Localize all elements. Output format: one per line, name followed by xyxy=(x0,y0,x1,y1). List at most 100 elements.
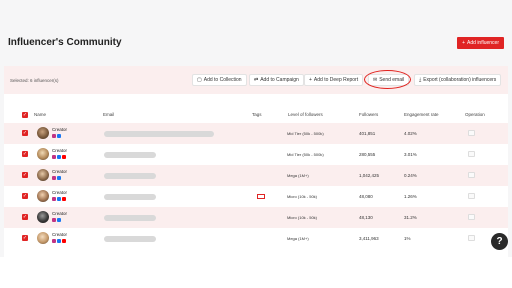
creator-name: Creator xyxy=(52,232,68,237)
influencer-table-card: Selected: 6 influencer(s) ▢ Add to Colle… xyxy=(4,66,508,257)
follower-level: Mid Tier (50k - 500k) xyxy=(287,152,324,157)
instagram-icon[interactable] xyxy=(52,218,56,222)
facebook-icon[interactable] xyxy=(57,218,61,222)
social-icons xyxy=(52,218,61,222)
header-operation: Operation xyxy=(465,112,485,117)
table-row[interactable]: ✓ Creator Mega (1M+) 3,411,963 1% xyxy=(4,228,508,249)
campaign-icon: ⇄ xyxy=(254,77,259,83)
operation-button[interactable] xyxy=(468,151,475,157)
select-all-checkbox[interactable]: ✓ xyxy=(22,112,28,118)
instagram-icon[interactable] xyxy=(52,134,56,138)
follower-level: Mega (1M+) xyxy=(287,236,309,241)
table-row[interactable]: ✓ Creator Micro (10k - 50k) 48,130 31.2% xyxy=(4,207,508,228)
followers-count: 48,080 xyxy=(359,194,373,199)
page: Influencer's Community + Add influencer … xyxy=(0,0,512,288)
page-title: Influencer's Community xyxy=(8,37,122,48)
followers-count: 3,411,963 xyxy=(359,236,379,241)
header-engagement: Engagement rate xyxy=(404,112,439,117)
email-redacted xyxy=(104,173,156,179)
followers-count: 1,042,425 xyxy=(359,173,380,178)
instagram-icon[interactable] xyxy=(52,197,56,201)
table-header: ✓ Name Email Tags Level of followers Fol… xyxy=(4,108,508,120)
help-button[interactable]: ? xyxy=(491,233,508,250)
engagement-rate: 1% xyxy=(404,236,411,241)
operation-button[interactable] xyxy=(468,172,475,178)
add-to-collection-button[interactable]: ▢ Add to Collection xyxy=(192,74,247,86)
creator-name: Creator xyxy=(52,169,68,174)
row-checkbox[interactable]: ✓ xyxy=(22,214,28,220)
header-email: Email xyxy=(103,112,115,117)
facebook-icon[interactable] xyxy=(57,197,61,201)
selection-summary: Selected: 6 influencer(s) xyxy=(10,78,59,83)
instagram-icon[interactable] xyxy=(52,176,56,180)
youtube-icon[interactable] xyxy=(62,155,66,159)
operation-button[interactable] xyxy=(468,193,475,199)
row-checkbox[interactable]: ✓ xyxy=(22,193,28,199)
avatar xyxy=(37,169,49,181)
header: Influencer's Community + Add influencer xyxy=(0,0,512,62)
email-redacted xyxy=(104,152,156,158)
table-row[interactable]: ✓ Creator Mid Tier (50k - 500k) 280,555 … xyxy=(4,144,508,165)
export-label: Export (collaboration) influencers xyxy=(423,77,497,83)
add-to-deep-report-label: Add to Deep Report xyxy=(313,77,359,83)
header-level: Level of followers xyxy=(288,112,323,117)
download-icon: ⤓ xyxy=(419,77,422,83)
row-checkbox[interactable]: ✓ xyxy=(22,172,28,178)
row-checkbox[interactable]: ✓ xyxy=(22,130,28,136)
plus-icon: + xyxy=(462,40,466,46)
email-redacted xyxy=(104,131,214,137)
page-footer-space xyxy=(0,257,512,288)
add-influencer-label: Add influencer xyxy=(467,40,499,46)
followers-count: 401,851 xyxy=(359,131,376,136)
row-checkbox[interactable]: ✓ xyxy=(22,151,28,157)
social-icons xyxy=(52,155,66,159)
creator-name: Creator xyxy=(52,190,68,195)
avatar xyxy=(37,148,49,160)
table-row[interactable]: ✓ Creator Mega (1M+) 1,042,425 0.24% xyxy=(4,165,508,186)
facebook-icon[interactable] xyxy=(57,134,61,138)
table-row[interactable]: ✓ Creator Micro (10k - 50k) 48,080 1.26% xyxy=(4,186,508,207)
social-icons xyxy=(52,134,61,138)
social-icons xyxy=(52,176,61,180)
avatar xyxy=(37,211,49,223)
export-button[interactable]: ⤓ Export (collaboration) influencers xyxy=(414,74,502,86)
row-checkbox[interactable]: ✓ xyxy=(22,235,28,241)
instagram-icon[interactable] xyxy=(52,155,56,159)
operation-button[interactable] xyxy=(468,130,475,136)
social-icons xyxy=(52,239,66,243)
operation-button[interactable] xyxy=(468,235,475,241)
follower-level: Mid Tier (50k - 500k) xyxy=(287,131,324,136)
facebook-icon[interactable] xyxy=(57,176,61,180)
social-icons xyxy=(52,197,66,201)
collection-icon: ▢ xyxy=(197,77,202,83)
youtube-icon[interactable] xyxy=(62,239,66,243)
header-tags: Tags xyxy=(252,112,262,117)
header-name: Name xyxy=(34,112,47,117)
followers-count: 48,130 xyxy=(359,215,373,220)
facebook-icon[interactable] xyxy=(57,155,61,159)
engagement-rate: 4.02% xyxy=(404,131,417,136)
follower-level: Mega (1M+) xyxy=(287,173,309,178)
add-to-collection-label: Add to Collection xyxy=(203,77,242,83)
header-followers: Followers xyxy=(359,112,379,117)
follower-level: Micro (10k - 50k) xyxy=(287,215,318,220)
email-redacted xyxy=(104,215,156,221)
operation-button[interactable] xyxy=(468,214,475,220)
youtube-icon[interactable] xyxy=(62,197,66,201)
creator-name: Creator xyxy=(52,127,68,132)
add-to-campaign-button[interactable]: ⇄ Add to Campaign xyxy=(249,74,304,86)
email-redacted xyxy=(104,194,156,200)
add-to-campaign-label: Add to Campaign xyxy=(260,77,299,83)
facebook-icon[interactable] xyxy=(57,239,61,243)
creator-name: Creator xyxy=(52,211,68,216)
instagram-icon[interactable] xyxy=(52,239,56,243)
add-influencer-button[interactable]: + Add influencer xyxy=(457,37,504,49)
tag-badge[interactable] xyxy=(257,194,265,199)
add-to-deep-report-button[interactable]: + Add to Deep Report xyxy=(304,74,364,86)
creator-name: Creator xyxy=(52,148,68,153)
follower-level: Micro (10k - 50k) xyxy=(287,194,318,199)
table-row[interactable]: ✓ Creator Mid Tier (50k - 500k) 401,851 … xyxy=(4,123,508,144)
plus-icon: + xyxy=(309,77,312,83)
selection-toolbar: Selected: 6 influencer(s) ▢ Add to Colle… xyxy=(4,66,508,94)
avatar xyxy=(37,127,49,139)
